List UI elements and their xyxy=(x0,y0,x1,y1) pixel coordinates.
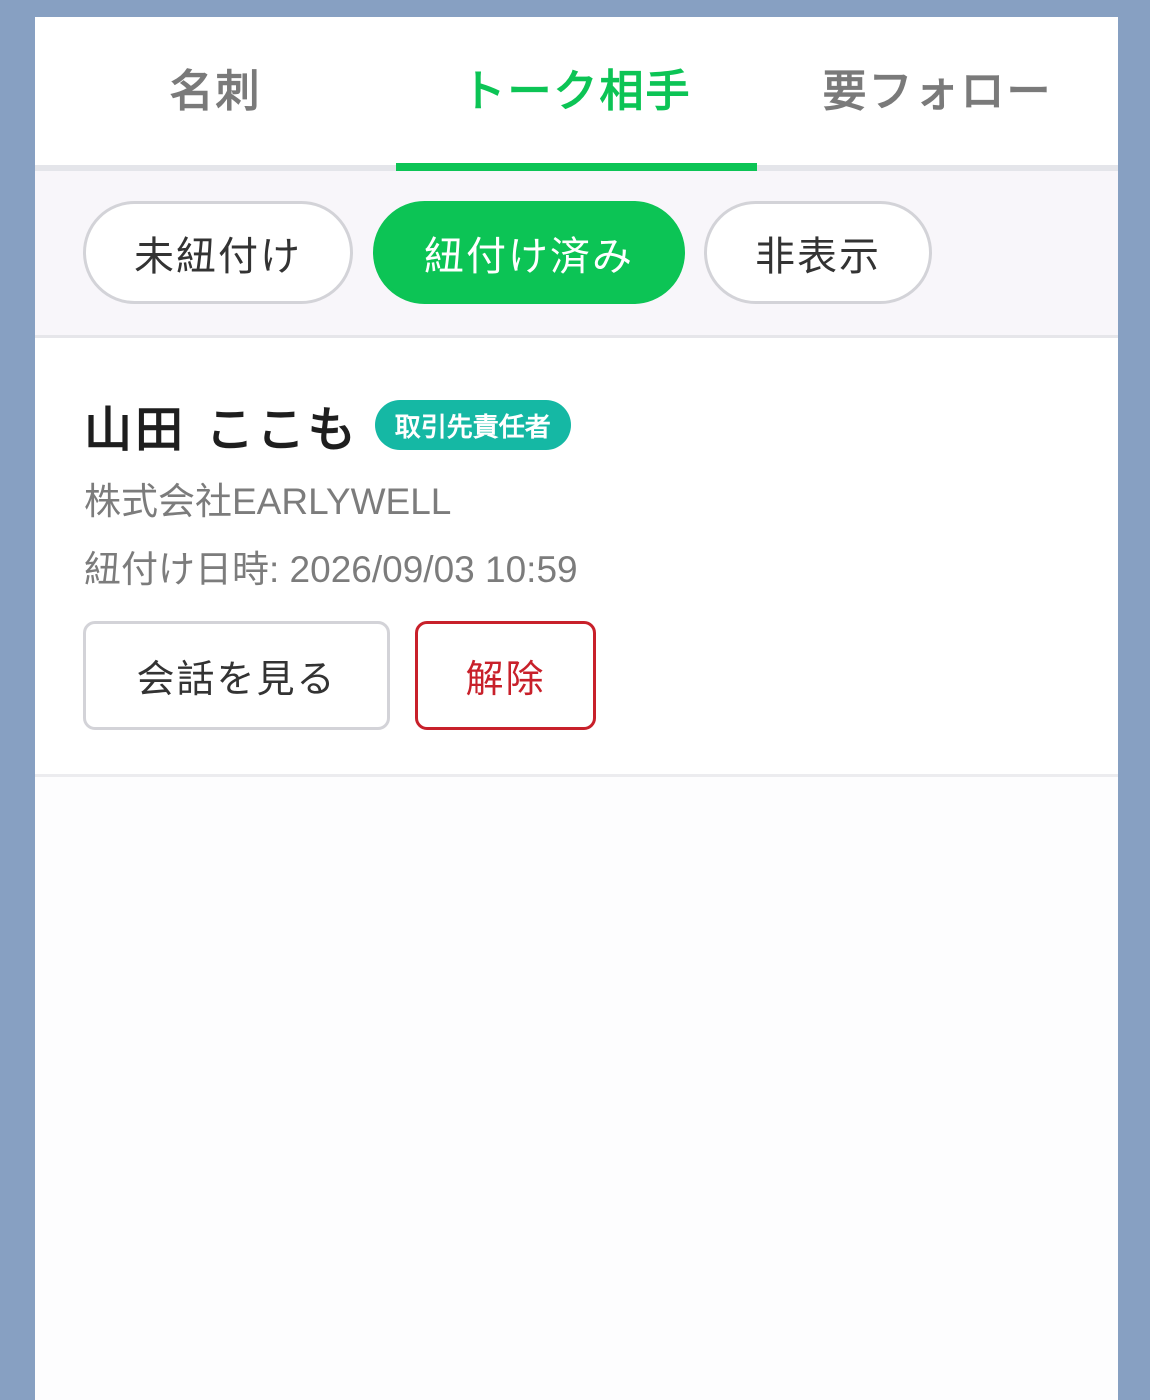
filter-chip-hidden[interactable]: 非表示 xyxy=(704,201,932,304)
filter-chip-unlinked[interactable]: 未紐付け xyxy=(83,201,353,304)
tab-needs-follow-up[interactable]: 要フォロー xyxy=(757,17,1118,165)
contact-name-row: 山田 ここも 取引先責任者 xyxy=(84,390,571,460)
unlink-button[interactable]: 解除 xyxy=(415,621,596,730)
tab-talk-partners[interactable]: トーク相手 xyxy=(396,17,757,171)
linked-datetime: 紐付け日時: 2026/09/03 10:59 xyxy=(84,549,578,590)
filter-chip-linked[interactable]: 紐付け済み xyxy=(373,201,685,304)
filter-bar: 未紐付け 紐付け済み 非表示 xyxy=(35,171,1118,338)
role-badge: 取引先責任者 xyxy=(374,400,571,450)
contact-name: 山田 ここも xyxy=(84,402,359,458)
company-name: 株式会社EARLYWELL xyxy=(84,481,452,522)
contact-card: 山田 ここも 取引先責任者 株式会社EARLYWELL 紐付け日時: 2026/… xyxy=(35,338,1118,777)
app-panel: 名刺 トーク相手 要フォロー 未紐付け 紐付け済み 非表示 山田 ここも 取引先… xyxy=(35,17,1118,1400)
tab-business-cards[interactable]: 名刺 xyxy=(35,17,396,165)
tab-bar: 名刺 トーク相手 要フォロー xyxy=(35,17,1118,171)
view-conversation-button[interactable]: 会話を見る xyxy=(83,621,390,730)
